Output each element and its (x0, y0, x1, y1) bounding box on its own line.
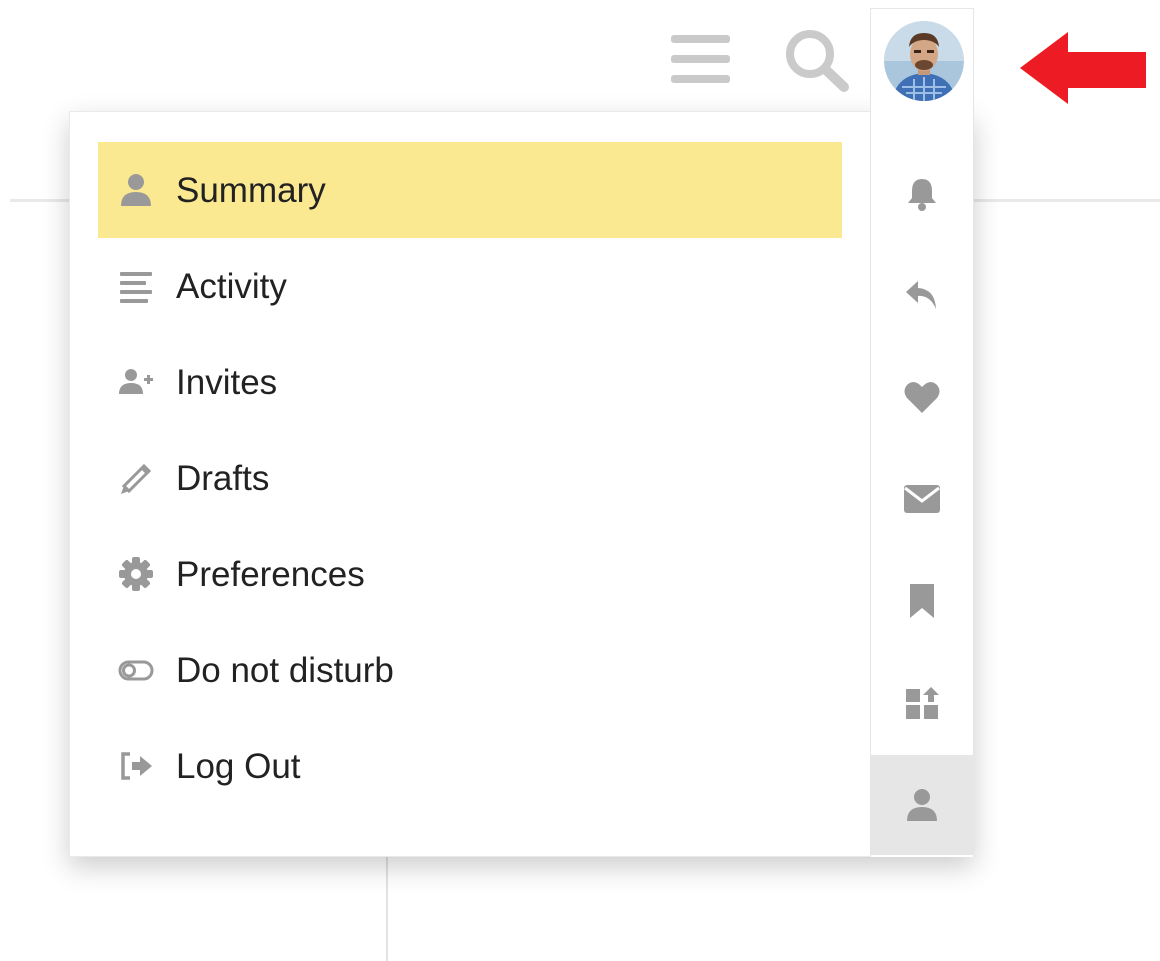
bookmarks-tab[interactable] (871, 551, 973, 651)
hamburger-icon-bar (671, 55, 730, 63)
sign-out-icon (118, 748, 154, 784)
review-tab[interactable] (871, 653, 973, 753)
content-divider (386, 856, 388, 961)
heart-icon (904, 381, 940, 413)
hamburger-icon-bar (671, 75, 730, 83)
user-menu-panel: Summary Activity Invites Drafts Preferen… (69, 111, 974, 857)
menu-item-log-out[interactable]: Log Out (98, 718, 842, 814)
avatar (884, 21, 964, 101)
reply-icon (906, 281, 936, 309)
stream-icon (118, 268, 154, 304)
menu-item-label: Preferences (176, 554, 365, 594)
profile-tab[interactable] (871, 755, 973, 855)
menu-item-summary[interactable]: Summary (98, 142, 842, 238)
menu-item-do-not-disturb[interactable]: Do not disturb (98, 622, 842, 718)
menu-item-invites[interactable]: Invites (98, 334, 842, 430)
bookmark-icon (910, 584, 934, 618)
menu-item-label: Activity (176, 266, 287, 306)
review-icon (906, 687, 939, 719)
likes-tab[interactable] (871, 347, 973, 447)
menu-item-label: Do not disturb (176, 650, 394, 690)
menu-item-activity[interactable]: Activity (98, 238, 842, 334)
menu-item-label: Drafts (176, 458, 270, 498)
gear-icon (118, 556, 154, 592)
toggle-off-icon (118, 652, 154, 688)
user-icon (907, 789, 937, 821)
red-arrow-annotation (1020, 32, 1146, 104)
quick-access-panel (870, 8, 974, 857)
search-button[interactable] (780, 24, 854, 96)
user-plus-icon (118, 364, 154, 400)
user-icon (118, 172, 154, 208)
menu-item-label: Log Out (176, 746, 301, 786)
envelope-icon (904, 485, 940, 513)
messages-tab[interactable] (871, 449, 973, 549)
menu-item-label: Summary (176, 170, 326, 210)
user-menu-list: Summary Activity Invites Drafts Preferen… (98, 142, 842, 814)
page: Summary Activity Invites Drafts Preferen… (0, 0, 1160, 961)
menu-item-preferences[interactable]: Preferences (98, 526, 842, 622)
notifications-tab[interactable] (871, 143, 973, 243)
user-avatar-button[interactable] (884, 21, 964, 101)
replies-tab[interactable] (871, 245, 973, 345)
bell-icon (908, 179, 936, 211)
hamburger-menu-button[interactable] (670, 32, 732, 88)
menu-item-drafts[interactable]: Drafts (98, 430, 842, 526)
pencil-icon (118, 460, 154, 496)
hamburger-icon (671, 35, 730, 43)
menu-item-label: Invites (176, 362, 278, 402)
search-icon (786, 30, 849, 92)
